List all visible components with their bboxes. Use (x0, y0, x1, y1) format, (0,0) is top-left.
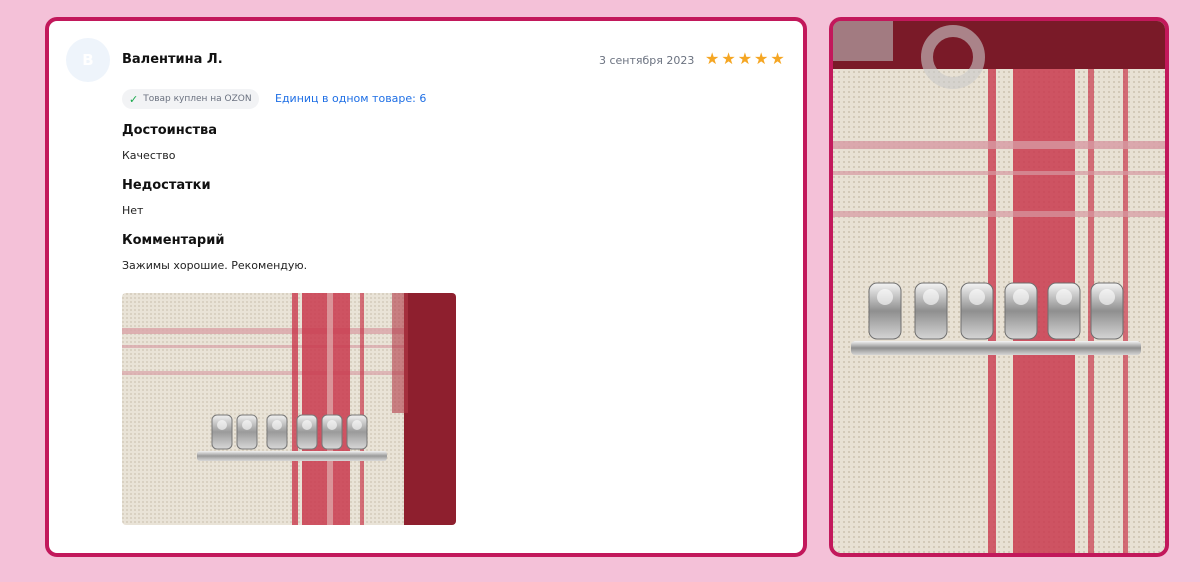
avatar-letter: В (82, 51, 94, 69)
star-icon: ★ (754, 49, 769, 68)
review-card: В Валентина Л. 3 сентября 2023 ★ ★ ★ ★ ★… (45, 17, 807, 557)
pros-title: Достоинства (122, 123, 218, 138)
verified-purchase-badge: ✓ Товар куплен на OZON (122, 89, 259, 109)
cons-title: Недостатки (122, 178, 211, 193)
star-icon: ★ (770, 49, 785, 68)
comment-text: Зажимы хорошие. Рекомендую. (122, 259, 308, 272)
star-icon: ★ (705, 49, 720, 68)
review-date: 3 сентября 2023 (599, 54, 695, 67)
avatar[interactable]: В (66, 38, 110, 82)
comment-title: Комментарий (122, 233, 225, 248)
rating-stars: ★ ★ ★ ★ ★ (705, 51, 785, 67)
star-icon: ★ (721, 49, 736, 68)
cons-text: Нет (122, 204, 144, 217)
photo-image (122, 293, 456, 525)
star-icon: ★ (737, 49, 753, 68)
check-icon: ✓ (129, 92, 139, 106)
units-in-product-link[interactable]: Единиц в одном товаре: 6 (275, 92, 426, 105)
pros-text: Качество (122, 149, 176, 162)
enlarged-photo[interactable] (829, 17, 1169, 557)
author-name[interactable]: Валентина Л. (122, 52, 223, 67)
review-photo-thumbnail[interactable] (122, 293, 456, 525)
verified-purchase-label: Товар куплен на OZON (143, 94, 252, 104)
enlarged-photo-image (833, 21, 1165, 553)
